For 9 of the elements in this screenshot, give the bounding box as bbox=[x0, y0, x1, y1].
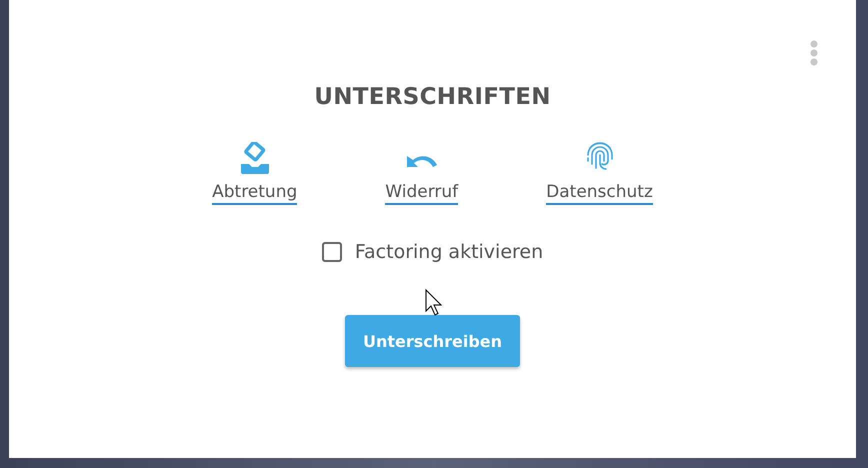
dialog-title: UNTERSCHRIFTEN bbox=[314, 84, 551, 110]
more-icon[interactable] bbox=[810, 40, 818, 66]
action-link[interactable]: Datenschutz bbox=[546, 182, 653, 205]
checkbox[interactable] bbox=[322, 242, 342, 262]
eraser-icon[interactable] bbox=[240, 142, 270, 174]
checkbox-label: Factoring aktivieren bbox=[354, 241, 544, 263]
action-link[interactable]: Widerruf bbox=[385, 182, 458, 205]
cursor-icon bbox=[424, 289, 445, 317]
action-link[interactable]: Abtretung bbox=[212, 182, 298, 205]
